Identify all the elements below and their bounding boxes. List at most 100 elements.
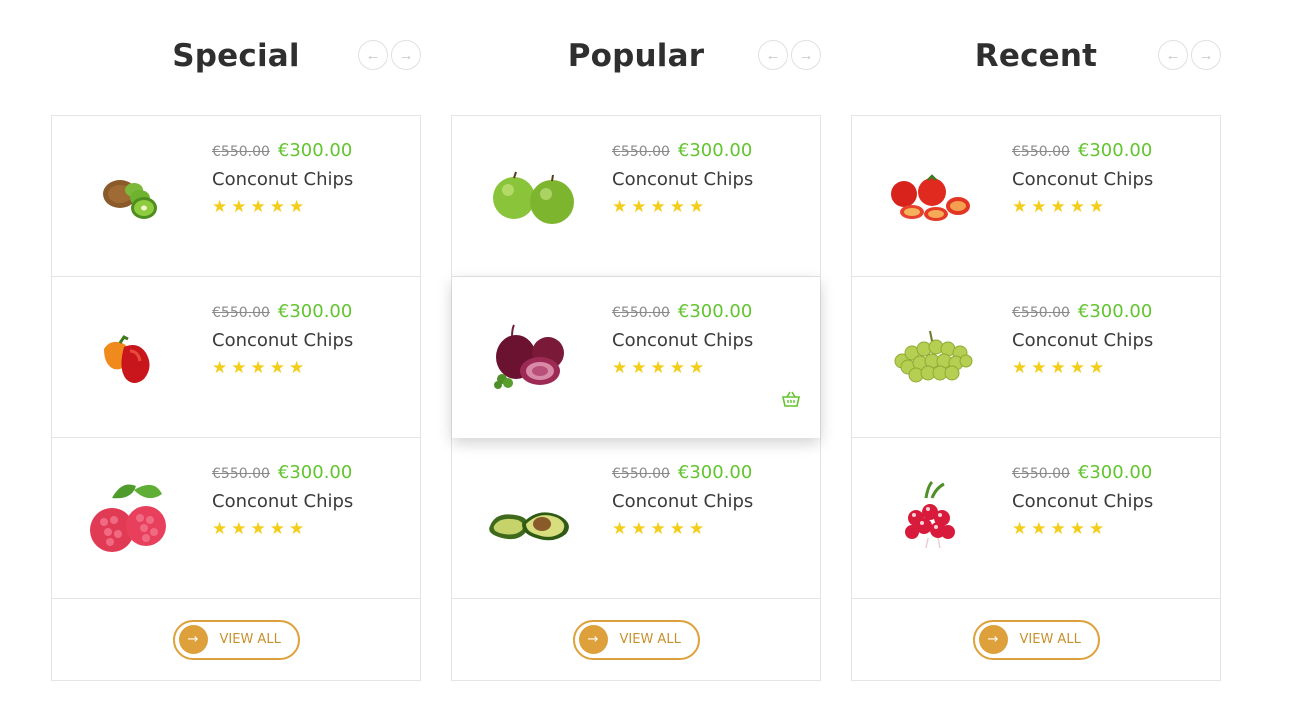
star-icon: ★ xyxy=(289,519,305,538)
old-price: €550.00 xyxy=(1012,305,1070,321)
view-all-button[interactable]: → VIEW ALL xyxy=(572,619,700,660)
price: €300.00 xyxy=(277,140,353,161)
next-arrow-button[interactable]: → xyxy=(391,40,421,70)
star-icon: ★ xyxy=(631,519,647,538)
product-name[interactable]: Conconut Chips xyxy=(612,169,753,190)
star-icon: ★ xyxy=(1069,519,1085,538)
star-icon: ★ xyxy=(1050,519,1066,538)
star-icon: ★ xyxy=(231,519,247,538)
star-icon: ★ xyxy=(650,519,666,538)
view-all-label: VIEW ALL xyxy=(619,632,681,647)
old-price: €550.00 xyxy=(612,466,670,482)
star-rating: ★ ★ ★ ★ ★ xyxy=(1012,198,1153,215)
product-list: €550.00 €300.00 Conconut Chips ★★★★★ xyxy=(451,115,821,681)
prev-arrow-button[interactable]: ← xyxy=(358,40,388,70)
product-item[interactable]: €550.00 €300.00 Conconut Chips ★ ★ ★ ★ ★ xyxy=(852,277,1220,438)
star-icon: ★ xyxy=(1069,358,1085,377)
star-icon: ★ xyxy=(650,358,666,377)
star-icon: ★ xyxy=(1089,197,1105,216)
basket-icon[interactable] xyxy=(782,391,800,407)
next-arrow-button[interactable]: → xyxy=(1191,40,1221,70)
star-rating: ★ ★ ★ ★ ★ xyxy=(1012,359,1153,376)
product-item-hovered[interactable]: €550.00 €300.00 Conconut Chips ★ ★ ★ ★ ★ xyxy=(452,277,820,438)
product-item[interactable]: €550.00 €300.00 Conconut Chips ★ ★ ★ ★ ★ xyxy=(452,116,820,277)
raspberries-image[interactable] xyxy=(82,468,182,568)
product-list: €550.00 €300.00 Conconut Chips ★★★★★ xyxy=(851,115,1221,681)
star-icon: ★ xyxy=(689,519,705,538)
tomatoes-image[interactable] xyxy=(882,146,982,246)
product-name[interactable]: Conconut Chips xyxy=(1012,330,1153,351)
prev-arrow-button[interactable]: ← xyxy=(758,40,788,70)
star-rating: ★ ★ ★ ★ ★ xyxy=(1012,520,1153,537)
star-icon: ★ xyxy=(250,358,266,377)
radishes-image[interactable] xyxy=(882,468,982,568)
price: €300.00 xyxy=(277,301,353,322)
product-list: €550.00 €300.00 Conconut Chips ★★★★★ xyxy=(51,115,421,681)
arrow-right-icon: → xyxy=(578,625,608,654)
product-info: €550.00 €300.00 Conconut Chips ★ ★ ★ ★ ★ xyxy=(1012,301,1153,376)
product-item[interactable]: €550.00 €300.00 Conconut Chips ★ ★ ★ ★ ★ xyxy=(852,116,1220,277)
product-item[interactable]: €550.00 €300.00 Conconut Chips ★ ★ ★ ★ ★ xyxy=(52,116,420,277)
product-info: €550.00 €300.00 Conconut Chips ★ ★ ★ ★ ★ xyxy=(212,301,353,376)
star-icon: ★ xyxy=(631,358,647,377)
product-name[interactable]: Conconut Chips xyxy=(212,491,353,512)
product-item[interactable]: €550.00 €300.00 Conconut Chips ★ ★ ★ ★ ★ xyxy=(52,438,420,599)
view-all-label: VIEW ALL xyxy=(219,632,281,647)
star-rating: ★ ★ ★ ★ ★ xyxy=(212,198,353,215)
kiwi-image[interactable] xyxy=(82,146,182,246)
product-info: €550.00 €300.00 Conconut Chips ★ ★ ★ ★ ★ xyxy=(212,462,353,537)
star-rating: ★ ★ ★ ★ ★ xyxy=(612,198,753,215)
star-icon: ★ xyxy=(289,358,305,377)
product-name[interactable]: Conconut Chips xyxy=(612,491,753,512)
star-icon: ★ xyxy=(269,358,285,377)
star-icon: ★ xyxy=(1089,519,1105,538)
star-icon: ★ xyxy=(612,358,628,377)
column-special: Special ← → €550.00 €300.00 Conconut Chi… xyxy=(51,0,421,681)
star-icon: ★ xyxy=(231,197,247,216)
star-icon: ★ xyxy=(231,358,247,377)
product-item[interactable]: €550.00 €300.00 Conconut Chips ★ ★ ★ ★ ★ xyxy=(852,438,1220,599)
prev-arrow-button[interactable]: ← xyxy=(1158,40,1188,70)
avocado-image[interactable] xyxy=(482,468,582,568)
price: €300.00 xyxy=(277,462,353,483)
panel-footer: → VIEW ALL xyxy=(52,599,420,680)
price: €300.00 xyxy=(1077,462,1153,483)
panel-footer: → VIEW ALL xyxy=(452,599,820,680)
view-all-button[interactable]: → VIEW ALL xyxy=(172,619,300,660)
product-name[interactable]: Conconut Chips xyxy=(1012,491,1153,512)
old-price: €550.00 xyxy=(612,305,670,321)
product-info: €550.00 €300.00 Conconut Chips ★ ★ ★ ★ ★ xyxy=(212,140,353,215)
product-name[interactable]: Conconut Chips xyxy=(612,330,753,351)
green-grapes-image[interactable] xyxy=(882,307,982,407)
star-icon: ★ xyxy=(250,197,266,216)
star-icon: ★ xyxy=(1050,358,1066,377)
arrow-right-icon: → xyxy=(978,625,1008,654)
star-rating: ★ ★ ★ ★ ★ xyxy=(612,520,753,537)
product-name[interactable]: Conconut Chips xyxy=(212,330,353,351)
carousel-nav: ← → xyxy=(758,40,821,70)
product-name[interactable]: Conconut Chips xyxy=(212,169,353,190)
column-recent: Recent ← → €550.00 €300.00 Conconut Chip… xyxy=(851,0,1221,681)
old-price: €550.00 xyxy=(612,144,670,160)
price: €300.00 xyxy=(1077,140,1153,161)
view-all-button[interactable]: → VIEW ALL xyxy=(972,619,1100,660)
column-header: Recent ← → xyxy=(851,0,1221,115)
star-icon: ★ xyxy=(269,197,285,216)
product-info: €550.00 €300.00 Conconut Chips ★ ★ ★ ★ ★ xyxy=(1012,462,1153,537)
bell-peppers-image[interactable] xyxy=(82,307,182,407)
old-price: €550.00 xyxy=(212,466,270,482)
star-icon: ★ xyxy=(212,197,228,216)
carousel-nav: ← → xyxy=(358,40,421,70)
column-popular: Popular ← → €550.00 €300.00 Conconut Chi… xyxy=(451,0,821,681)
green-apples-image[interactable] xyxy=(482,146,582,246)
product-name[interactable]: Conconut Chips xyxy=(1012,169,1153,190)
product-info: €550.00 €300.00 Conconut Chips ★ ★ ★ ★ ★ xyxy=(612,301,753,376)
star-rating: ★ ★ ★ ★ ★ xyxy=(212,520,353,537)
product-item[interactable]: €550.00 €300.00 Conconut Chips ★ ★ ★ ★ ★ xyxy=(452,438,820,599)
old-price: €550.00 xyxy=(212,144,270,160)
next-arrow-button[interactable]: → xyxy=(791,40,821,70)
red-onions-image[interactable] xyxy=(482,307,582,407)
star-icon: ★ xyxy=(612,197,628,216)
product-item[interactable]: €550.00 €300.00 Conconut Chips ★ ★ ★ ★ ★ xyxy=(52,277,420,438)
star-icon: ★ xyxy=(631,197,647,216)
